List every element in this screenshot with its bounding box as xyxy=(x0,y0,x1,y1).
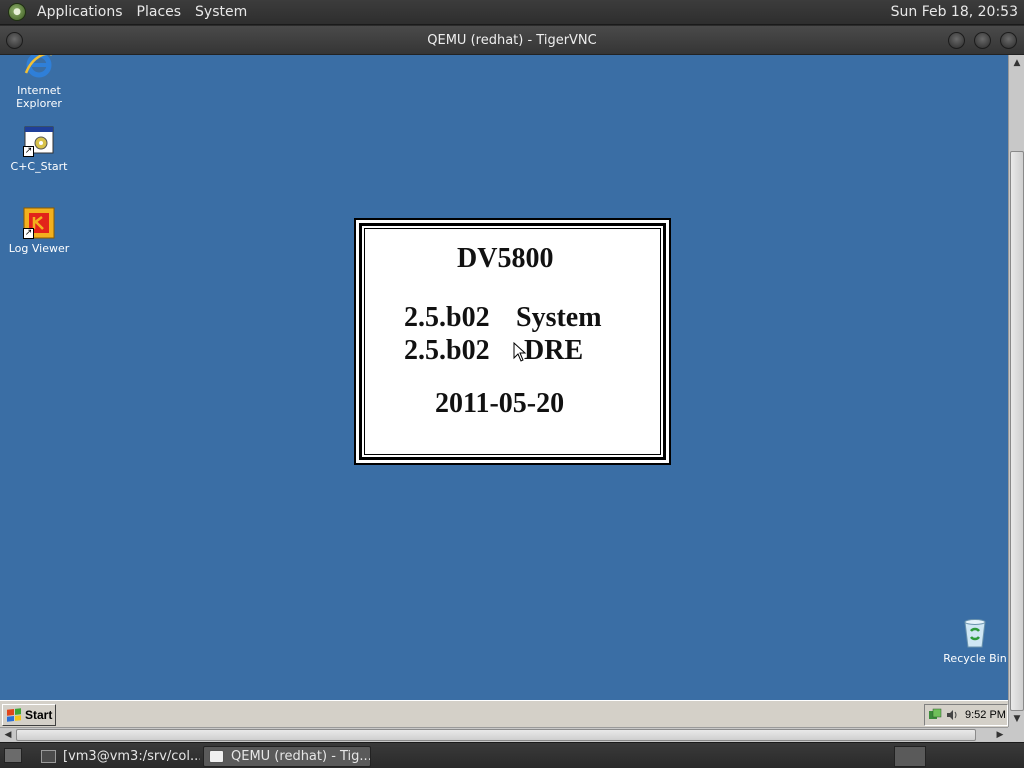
remote-taskbar: Start 9:52 PM xyxy=(0,700,1008,727)
vnc-viewer-icon xyxy=(209,750,224,763)
vertical-scroll-thumb[interactable] xyxy=(1010,151,1024,711)
terminal-icon xyxy=(41,750,56,763)
remote-desktop[interactable]: Internet Explorer ↗ C+C_Start ↗ Log View… xyxy=(0,55,1008,700)
desktop-icon-label: C+C_Start xyxy=(10,160,68,173)
splash-model: DV5800 xyxy=(457,243,554,274)
vnc-tray-icon[interactable] xyxy=(894,746,926,767)
menu-places[interactable]: Places xyxy=(130,0,189,25)
desktop-icon-label: Explorer xyxy=(16,97,62,110)
desktop-icon-label: Log Viewer xyxy=(8,242,70,255)
minimize-button[interactable] xyxy=(948,32,965,49)
scroll-down-arrow-icon[interactable]: ▼ xyxy=(1010,712,1024,726)
menu-system[interactable]: System xyxy=(188,0,254,25)
window-menu-button[interactable] xyxy=(6,32,23,49)
horizontal-scroll-thumb[interactable] xyxy=(16,729,976,741)
show-desktop-icon[interactable] xyxy=(4,748,22,763)
splash-dre-label: DRE xyxy=(524,335,584,366)
desktop-icon-internet-explorer[interactable]: Internet Explorer xyxy=(2,55,76,110)
desktop-icon-log-viewer[interactable]: ↗ Log Viewer xyxy=(2,207,76,255)
desktop-icon-label: Internet xyxy=(17,84,61,97)
menu-applications[interactable]: Applications xyxy=(30,0,130,25)
scroll-up-arrow-icon[interactable]: ▲ xyxy=(1010,56,1024,70)
maximize-button[interactable] xyxy=(974,32,991,49)
internet-explorer-icon xyxy=(23,55,55,81)
taskbar-item-vnc[interactable]: QEMU (redhat) - Tig... xyxy=(203,746,371,767)
start-button[interactable]: Start xyxy=(2,704,56,726)
horizontal-scrollbar[interactable]: ◀ ▶ xyxy=(0,727,1008,742)
scrollbar-corner xyxy=(1008,727,1024,742)
vnc-window-title: QEMU (redhat) - TigerVNC xyxy=(427,32,597,48)
splash-system-version: 2.5.b02 xyxy=(404,302,490,333)
windows-flag-icon xyxy=(7,708,21,722)
recycle-bin-icon xyxy=(959,617,991,649)
tray-clock[interactable]: 9:52 PM xyxy=(965,709,1006,721)
vertical-scrollbar[interactable]: ▲ ▼ xyxy=(1008,55,1024,727)
system-tray: 9:52 PM xyxy=(924,704,1008,726)
kodak-log-viewer-icon: ↗ xyxy=(23,207,55,239)
network-icon[interactable] xyxy=(928,708,942,722)
start-label: Start xyxy=(25,708,53,722)
splash-dre-version: 2.5.b02 xyxy=(404,335,490,366)
taskbar-item-label: QEMU (redhat) - Tig... xyxy=(231,749,371,764)
splash-system-label: System xyxy=(516,302,602,333)
desktop-icon-cc-start[interactable]: ↗ C+C_Start xyxy=(2,125,76,173)
desktop-icon-label: Recycle Bin xyxy=(943,652,1007,665)
taskbar-item-terminal[interactable]: [vm3@vm3:/srv/col... xyxy=(36,746,200,767)
gnome-bottom-panel: [vm3@vm3:/srv/col... QEMU (redhat) - Tig… xyxy=(0,742,1024,768)
panel-clock[interactable]: Sun Feb 18, 20:53 xyxy=(891,4,1024,20)
gnome-foot-icon[interactable]: ● xyxy=(8,3,26,21)
desktop-icon-recycle-bin[interactable]: Recycle Bin xyxy=(938,617,1008,665)
scroll-left-arrow-icon[interactable]: ◀ xyxy=(1,728,15,742)
shortcut-arrow-icon: ↗ xyxy=(23,146,34,157)
scroll-right-arrow-icon[interactable]: ▶ xyxy=(993,728,1007,742)
taskbar-item-label: [vm3@vm3:/srv/col... xyxy=(63,749,200,764)
shortcut-arrow-icon: ↗ xyxy=(23,228,34,239)
splash-date: 2011-05-20 xyxy=(435,388,565,419)
vnc-window-titlebar[interactable]: QEMU (redhat) - TigerVNC xyxy=(0,26,1024,55)
program-shortcut-icon: ↗ xyxy=(23,125,55,157)
volume-icon[interactable] xyxy=(945,708,959,722)
gnome-top-panel: ● Applications Places System Sun Feb 18,… xyxy=(0,0,1024,25)
close-button[interactable] xyxy=(1000,32,1017,49)
